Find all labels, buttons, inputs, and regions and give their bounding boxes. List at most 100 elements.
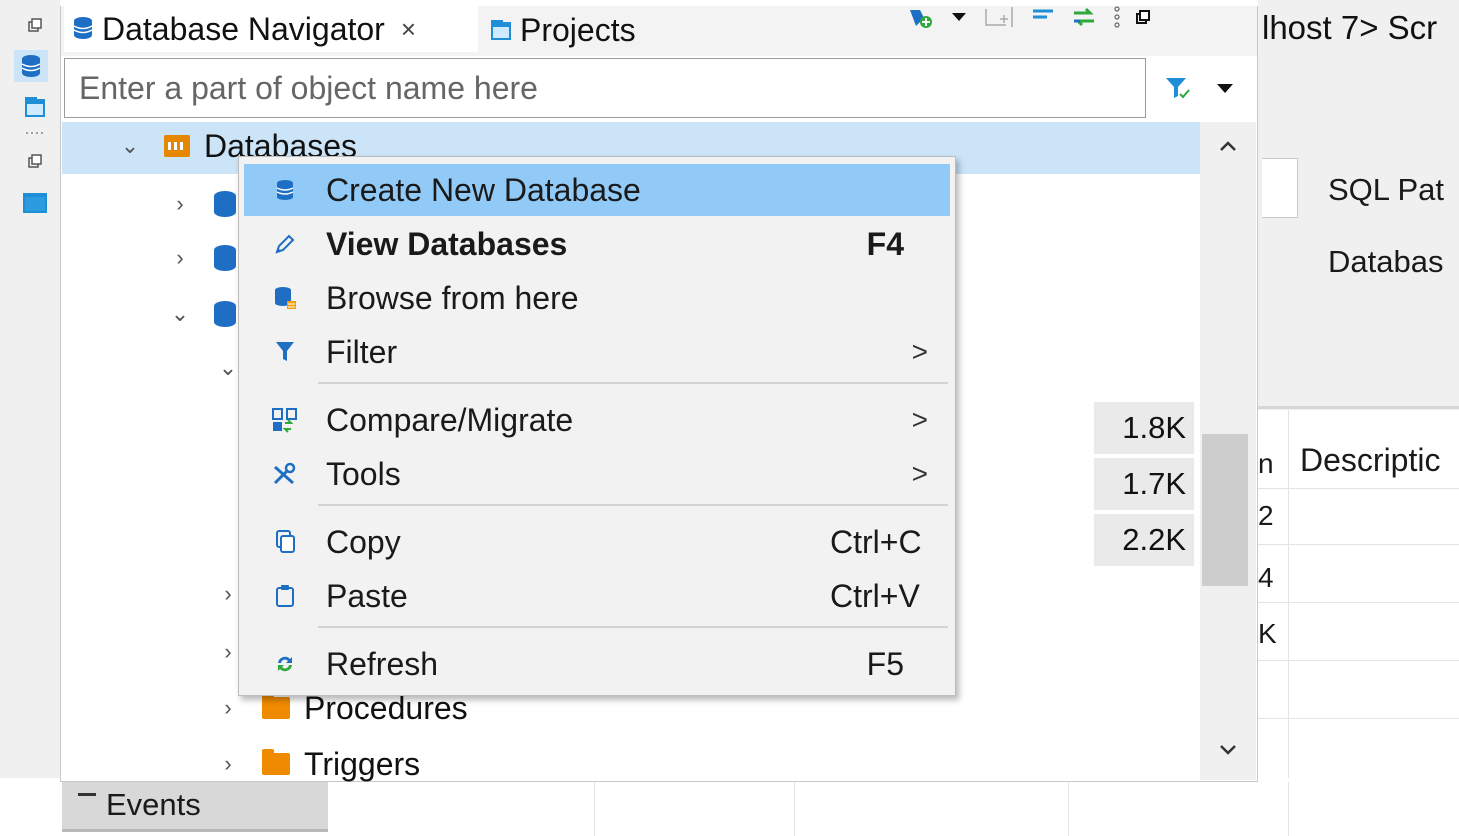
new-connection-icon[interactable] (906, 4, 936, 35)
grid-header-fragment: n (1258, 448, 1274, 479)
menu-item-copy[interactable]: Copy Ctrl+C (244, 516, 950, 568)
menu-item-shortcut: F5 (866, 645, 904, 682)
grid-row-line (1258, 488, 1459, 489)
grid-row-line (1258, 602, 1459, 603)
tree-item-label: Triggers (304, 745, 421, 782)
more-options-icon[interactable] (1112, 4, 1122, 35)
menu-item-label: Refresh (326, 645, 439, 682)
object-filter-input[interactable] (64, 58, 1146, 118)
compare-icon (244, 407, 326, 433)
close-icon[interactable]: × (401, 14, 416, 45)
database-icon (244, 179, 326, 201)
grid-cell-fragment: 2 (1258, 500, 1274, 531)
events-label: Events (106, 786, 201, 822)
editor-tab[interactable]: lhost 7> Scr (1258, 0, 1459, 56)
form-input[interactable] (1262, 158, 1298, 218)
menu-item-label: Paste (326, 577, 408, 614)
scroll-up-icon[interactable] (1200, 126, 1256, 166)
database-navigator-icon[interactable] (14, 50, 48, 82)
chevron-right-icon[interactable]: › (214, 751, 242, 777)
submenu-arrow-icon: > (911, 404, 928, 435)
editor-form (1258, 56, 1459, 410)
filter-settings-icon[interactable] (1160, 70, 1196, 106)
tools-icon (244, 462, 326, 486)
menu-item-create-new-database[interactable]: Create New Database (244, 164, 950, 216)
tree-item-triggers[interactable]: › Triggers (214, 736, 420, 792)
submenu-arrow-icon: > (911, 458, 928, 489)
grid-row-line (1258, 660, 1459, 661)
size-value: 2.2K (1094, 514, 1194, 566)
left-trim-bar (0, 0, 60, 836)
sql-path-label: SQL Pat (1328, 172, 1445, 207)
menu-item-label: View Databases (326, 225, 568, 262)
new-folder-icon[interactable] (982, 5, 1016, 34)
menu-item-filter[interactable]: Filter > (244, 326, 950, 378)
link-editor-icon[interactable] (1070, 5, 1098, 34)
folder-icon (262, 749, 290, 775)
chevron-right-icon[interactable]: › (214, 695, 242, 721)
scrollbar-thumb[interactable] (1202, 434, 1248, 586)
folder-icon (262, 693, 290, 719)
menu-item-compare-migrate[interactable]: Compare/Migrate > (244, 394, 950, 446)
trim-dots (20, 126, 50, 140)
divider (1258, 406, 1459, 409)
menu-item-label: Filter (326, 333, 398, 370)
tab-projects[interactable]: Projects (484, 8, 636, 52)
tab-database-navigator[interactable]: Database Navigator × (64, 6, 478, 52)
menu-item-label: Copy (326, 523, 401, 560)
dropdown-arrow-icon[interactable] (950, 10, 968, 28)
paste-icon (244, 584, 326, 608)
database-navigator-icon (72, 11, 94, 48)
menu-item-shortcut: Ctrl+C (830, 523, 922, 560)
database-icon (214, 191, 236, 217)
database-icon (214, 245, 236, 271)
databases-folder-icon (164, 135, 190, 157)
menu-item-refresh[interactable]: Refresh F5 (244, 638, 950, 690)
chevron-down-icon[interactable]: ⌄ (166, 301, 194, 327)
menu-item-label: Create New Database (326, 171, 641, 208)
grid-cell-fragment: K (1258, 618, 1277, 649)
projects-icon[interactable] (20, 94, 50, 120)
chevron-down-icon[interactable]: ⌄ (116, 133, 144, 159)
menu-item-label: Tools (326, 455, 401, 492)
filter-dropdown-arrow-icon[interactable] (1210, 76, 1240, 100)
menu-item-tools[interactable]: Tools > (244, 448, 950, 500)
window-icon[interactable] (20, 190, 50, 216)
database-label: Databas (1328, 244, 1444, 279)
grid-column-line (1288, 410, 1289, 780)
chevron-right-icon[interactable]: › (166, 191, 194, 217)
size-value: 1.7K (1094, 458, 1194, 510)
grid-header-description[interactable]: Descriptic (1300, 442, 1440, 479)
restore-icon[interactable] (20, 12, 50, 38)
menu-item-view-databases[interactable]: View Databases F4 (244, 218, 950, 270)
menu-item-label: Browse from here (326, 279, 579, 316)
editor-tab-label: lhost 7> Scr (1262, 9, 1438, 46)
scroll-down-icon[interactable] (1200, 730, 1256, 770)
menu-item-paste[interactable]: Paste Ctrl+V (244, 570, 950, 622)
restore-icon[interactable] (1136, 9, 1150, 29)
menu-item-browse-from-here[interactable]: Browse from here (244, 272, 950, 324)
collapse-all-icon[interactable] (1030, 7, 1056, 32)
pencil-icon (244, 232, 326, 256)
chevron-right-icon[interactable]: › (166, 245, 194, 271)
menu-separator (318, 382, 948, 384)
grid-column-line (594, 782, 595, 836)
grid-row-line (1258, 718, 1459, 719)
grid-cell-fragment: 4 (1258, 562, 1274, 593)
tab-label: Database Navigator (102, 10, 385, 47)
grid-column-line (794, 782, 795, 836)
refresh-icon (244, 652, 326, 676)
panel-toolbar (906, 2, 1150, 36)
projects-icon (490, 12, 512, 49)
restore-icon[interactable] (20, 148, 50, 174)
tab-label: Projects (520, 11, 636, 48)
database-browse-icon (244, 286, 326, 310)
menu-item-label: Compare/Migrate (326, 401, 574, 438)
size-value: 1.8K (1094, 402, 1194, 454)
filter-icon (244, 340, 326, 364)
database-icon (214, 301, 236, 327)
grid-column-line (1068, 782, 1069, 836)
grid-row-line (1258, 544, 1459, 545)
submenu-arrow-icon: > (911, 336, 928, 367)
copy-icon (244, 530, 326, 554)
